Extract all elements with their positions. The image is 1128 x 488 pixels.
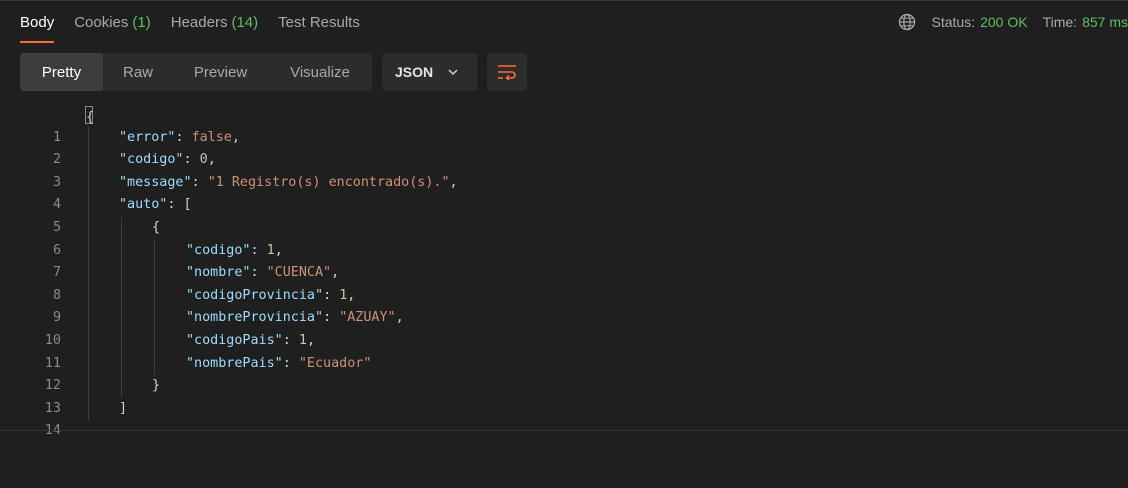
code-line: 4 "message": "1 Registro(s) encontrado(s…: [0, 172, 1128, 213]
tab-body-label: Body: [20, 13, 55, 31]
code-line: 2 "error": false,: [0, 127, 1128, 168]
json-brace: {: [152, 219, 161, 235]
code-line: 5 "auto": [: [0, 194, 1128, 235]
json-key: "codigo": [186, 242, 251, 258]
json-value: 1: [266, 242, 275, 258]
code-line: 6 {: [0, 217, 1128, 258]
code-line: 10 "nombreProvincia": "AZUAY",: [0, 307, 1128, 348]
json-value: 1: [298, 332, 307, 348]
view-preview-button[interactable]: Preview: [173, 53, 268, 91]
status-label: Status:: [931, 14, 976, 30]
json-key: "codigoProvincia": [186, 287, 324, 303]
json-value: "AZUAY": [339, 310, 396, 326]
code-line: 9 "codigoProvincia": 1,: [0, 285, 1128, 326]
code-line: 13 }: [0, 375, 1128, 416]
json-key: "nombre": [186, 265, 251, 281]
chevron-down-icon: [448, 69, 458, 76]
json-key: "codigo": [119, 152, 184, 168]
view-mode-group: Pretty Raw Preview Visualize: [20, 53, 372, 91]
tab-cookies-label: Cookies: [74, 13, 129, 31]
line-number: 14: [44, 423, 61, 439]
response-tabs: Body Cookies (1) Headers (14) Test Resul…: [20, 0, 380, 44]
wrap-lines-button[interactable]: [487, 53, 527, 91]
view-pretty-button[interactable]: Pretty: [20, 53, 103, 91]
code-line: 14 ]: [0, 398, 1128, 439]
json-value: "1 Registro(s) encontrado(s).": [207, 174, 450, 190]
code-line: 8 "nombre": "CUENCA",: [0, 262, 1128, 303]
json-value: "CUENCA": [266, 265, 332, 281]
tab-headers-label: Headers: [170, 13, 228, 31]
code-line: 3 "codigo": 0,: [0, 149, 1128, 190]
json-brace: {: [85, 106, 94, 125]
tab-headers-count: (14): [231, 13, 259, 31]
json-key: "nombreProvincia": [186, 310, 324, 326]
json-key: "codigoPais": [186, 332, 283, 348]
json-key: "auto": [119, 197, 168, 213]
code-line: 11 "codigoPais": 1,: [0, 330, 1128, 371]
json-key: "nombrePais": [186, 355, 283, 371]
format-select[interactable]: JSON: [382, 53, 477, 91]
json-value: false: [191, 129, 232, 145]
tab-headers[interactable]: Headers (14): [171, 0, 258, 44]
tab-test-results-label: Test Results: [278, 13, 360, 31]
time-value[interactable]: 857 ms: [1082, 14, 1128, 30]
view-raw-button[interactable]: Raw: [103, 53, 173, 91]
json-key: "message": [119, 174, 192, 190]
tab-body[interactable]: Body: [20, 0, 55, 44]
json-bracket: ]: [119, 400, 128, 416]
status-value[interactable]: 200 OK: [980, 14, 1027, 30]
code-line: 1 {: [0, 104, 1128, 145]
json-value: "Ecuador": [298, 355, 372, 371]
format-select-value: JSON: [395, 64, 434, 80]
response-body-viewer[interactable]: 1 { 2 "error": false, 3 "codigo": 0, 4 "…: [0, 104, 1128, 439]
globe-icon[interactable]: [898, 13, 916, 31]
view-visualize-button[interactable]: Visualize: [268, 53, 372, 91]
tab-cookies[interactable]: Cookies (1): [74, 0, 151, 44]
divider: [0, 430, 1128, 431]
code-line: 7 "codigo": 1,: [0, 240, 1128, 281]
time-label: Time:: [1042, 14, 1078, 30]
json-key: "error": [119, 129, 176, 145]
json-bracket: [: [183, 197, 192, 213]
json-brace: }: [152, 378, 161, 394]
response-meta: Status: 200 OK Time: 857 ms: [898, 0, 1128, 44]
wrap-lines-icon: [498, 65, 516, 80]
tab-cookies-count: (1): [132, 13, 151, 31]
json-value: 0: [199, 152, 208, 168]
tab-test-results[interactable]: Test Results: [278, 0, 360, 44]
code-line: 12 "nombrePais": "Ecuador": [0, 353, 1128, 394]
